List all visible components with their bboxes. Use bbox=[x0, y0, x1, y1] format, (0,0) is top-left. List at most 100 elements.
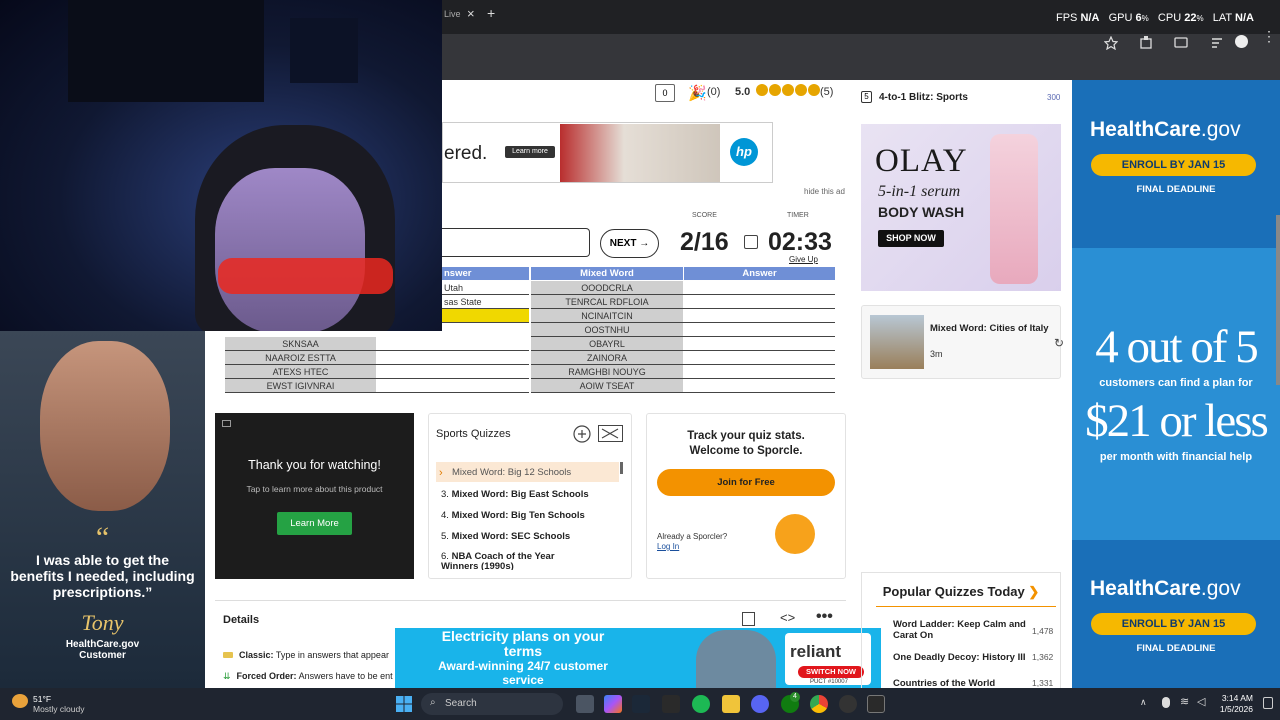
add-circle-icon[interactable] bbox=[573, 425, 591, 443]
clock-time[interactable]: 3:14 AM bbox=[1220, 693, 1253, 703]
sports-item[interactable]: 4. Mixed Word: Big Ten Schools bbox=[441, 510, 585, 521]
microphone-icon[interactable] bbox=[1162, 697, 1170, 708]
cast-icon[interactable] bbox=[1174, 36, 1188, 50]
score-label: SCORE bbox=[692, 212, 717, 219]
rating-stars[interactable] bbox=[756, 84, 820, 96]
join-free-button[interactable]: Join for Free bbox=[657, 469, 835, 496]
bookmark-star-icon[interactable] bbox=[1104, 36, 1118, 50]
sports-item[interactable]: 6. NBA Coach of the Year Winners (1990s) bbox=[441, 552, 591, 570]
mixed-word-cell: EWST IGIVNRAI bbox=[225, 379, 376, 392]
pause-icon[interactable] bbox=[744, 235, 758, 249]
switch-now-button[interactable]: SWITCH NOW bbox=[798, 666, 864, 678]
notifications-icon[interactable] bbox=[1263, 697, 1273, 709]
scrollbar-thumb[interactable] bbox=[620, 462, 623, 474]
clock-date[interactable]: 1/5/2026 bbox=[1217, 704, 1253, 714]
page-scrollbar[interactable] bbox=[1276, 215, 1280, 385]
copilot-icon[interactable] bbox=[604, 695, 622, 713]
ad-info-icon[interactable] bbox=[222, 420, 231, 427]
obs-icon[interactable] bbox=[839, 695, 857, 713]
popular-item-title[interactable]: Word Ladder: Keep Calm and Carat On bbox=[893, 619, 1028, 641]
cpu-label: CPU bbox=[1157, 12, 1182, 24]
wifi-icon[interactable]: ≋ bbox=[1180, 695, 1189, 708]
deadline-text: FINAL DEADLINE bbox=[1136, 643, 1216, 654]
brand-tld: .gov bbox=[1200, 577, 1241, 600]
spotify-icon[interactable] bbox=[692, 695, 710, 713]
tab-close-icon[interactable]: × bbox=[467, 6, 475, 21]
answer-cell bbox=[376, 351, 529, 364]
chrome-icon[interactable] bbox=[810, 695, 828, 713]
star-icon bbox=[782, 84, 794, 96]
healthcare-logo: HealthCare.gov bbox=[1090, 118, 1241, 142]
popular-item-title[interactable]: One Deadly Decoy: History III bbox=[893, 652, 1026, 663]
give-up-link[interactable]: Give Up bbox=[789, 255, 818, 264]
ad-line1: Electricity plans on your bbox=[441, 628, 605, 644]
answer-input[interactable] bbox=[442, 228, 590, 257]
quote-mark-icon: “ bbox=[95, 521, 110, 554]
flag-icon[interactable] bbox=[742, 612, 755, 626]
epic-games-icon[interactable] bbox=[662, 695, 680, 713]
testimonial-org: HealthCare.gov bbox=[65, 639, 140, 650]
popular-underline bbox=[876, 606, 1056, 607]
blitz-count: 300 bbox=[1047, 93, 1061, 102]
embed-code-icon[interactable]: <> bbox=[780, 610, 795, 625]
blitz-title[interactable]: 4-to-1 Blitz: Sports bbox=[879, 92, 968, 103]
divider bbox=[215, 600, 846, 601]
volume-icon[interactable]: ◁ bbox=[1197, 695, 1205, 708]
refresh-icon[interactable]: ↻ bbox=[1054, 336, 1064, 350]
search-label: Search bbox=[445, 698, 477, 709]
answer-cell bbox=[376, 337, 529, 350]
weather-desc[interactable]: Mostly cloudy bbox=[33, 704, 85, 714]
video-ad-card[interactable] bbox=[215, 413, 414, 579]
kebab-menu-icon[interactable]: ⋮ bbox=[1262, 29, 1276, 43]
profile-avatar[interactable] bbox=[1235, 35, 1248, 48]
search-icon: ⌕ bbox=[430, 697, 436, 708]
windows-start-icon[interactable] bbox=[396, 696, 412, 712]
comments-count[interactable]: 0 bbox=[655, 84, 675, 102]
olay-line1: 5-in-1 serum bbox=[878, 183, 961, 200]
right-table-header: Mixed Word Answer bbox=[531, 267, 835, 280]
mixed-word-cell: OOSTNHU bbox=[531, 323, 683, 336]
address-bar[interactable] bbox=[442, 36, 1132, 48]
classic-icon bbox=[223, 652, 233, 658]
brand-text: HealthCare bbox=[1090, 118, 1201, 141]
file-explorer-icon[interactable] bbox=[722, 695, 740, 713]
tray-chevron-icon[interactable]: ∧ bbox=[1140, 697, 1147, 708]
weather-temp[interactable]: 51°F bbox=[33, 694, 51, 704]
popular-item-count: 1,478 bbox=[1032, 626, 1054, 636]
hide-ad-link[interactable]: hide this ad bbox=[804, 187, 845, 196]
tab-title[interactable]: Live bbox=[444, 9, 461, 19]
more-options-icon[interactable]: ••• bbox=[816, 608, 833, 626]
red-glasses bbox=[218, 258, 393, 294]
login-link[interactable]: Log In bbox=[657, 542, 679, 551]
left-quiz-rows: SKNSAA NAAROIZ ESTTA ATEXS HTEC EWST IGI… bbox=[225, 337, 529, 393]
taskbar-search[interactable] bbox=[421, 693, 563, 715]
reading-list-icon[interactable] bbox=[1210, 36, 1224, 50]
hp-learn-more-button[interactable]: Learn more bbox=[505, 146, 555, 158]
epic-games-active-icon[interactable] bbox=[867, 695, 885, 713]
discord-icon[interactable] bbox=[751, 695, 769, 713]
sports-quizzes-title: Sports Quizzes bbox=[436, 428, 511, 440]
learn-more-button[interactable]: Learn More bbox=[277, 512, 352, 535]
likes-count[interactable]: (0) bbox=[707, 86, 720, 98]
shuffle-icon[interactable] bbox=[598, 425, 623, 442]
next-button[interactable]: NEXT → bbox=[600, 229, 659, 258]
sports-item[interactable]: 3. Mixed Word: Big East Schools bbox=[441, 489, 589, 500]
mixed-word-cell: OOODCRLA bbox=[531, 281, 683, 294]
chevron-right-icon: ❯ bbox=[1028, 584, 1040, 599]
fps-value: N/A bbox=[1080, 12, 1100, 24]
weather-icon[interactable] bbox=[12, 694, 28, 708]
related-time: 3m bbox=[930, 349, 943, 359]
enroll-button[interactable]: ENROLL BY JAN 15 bbox=[1091, 613, 1256, 635]
steam-icon[interactable] bbox=[632, 695, 650, 713]
cpu-unit: % bbox=[1196, 14, 1204, 23]
table-row: OOODCRLA bbox=[531, 281, 835, 295]
table-row: NCINAITCIN bbox=[531, 309, 835, 323]
new-tab-button[interactable]: + bbox=[487, 5, 495, 21]
shop-now-button[interactable]: SHOP NOW bbox=[878, 230, 944, 247]
sports-item-label[interactable]: Mixed Word: Big 12 Schools bbox=[452, 467, 571, 478]
star-icon bbox=[756, 84, 768, 96]
sports-item[interactable]: 5. Mixed Word: SEC Schools bbox=[441, 531, 570, 542]
enroll-button[interactable]: ENROLL BY JAN 15 bbox=[1091, 154, 1256, 176]
extensions-icon[interactable] bbox=[1139, 35, 1154, 50]
task-view-icon[interactable] bbox=[576, 695, 594, 713]
